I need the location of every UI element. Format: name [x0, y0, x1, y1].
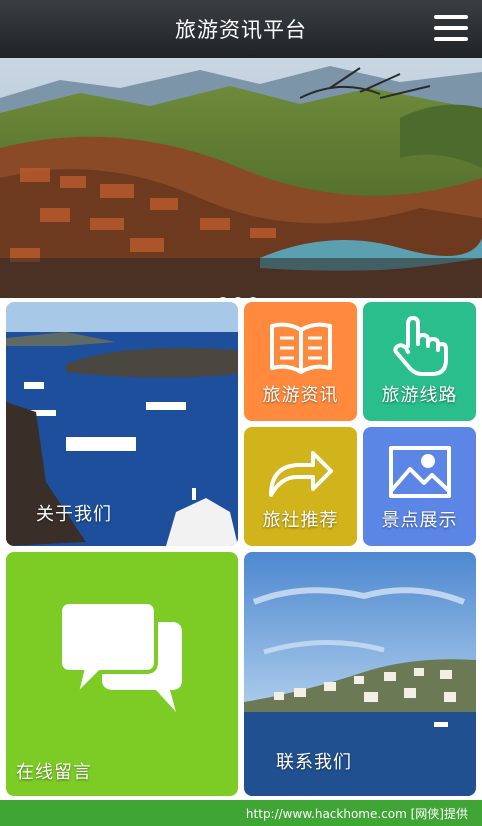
image-icon — [388, 446, 451, 498]
about-us-label: 关于我们 — [36, 504, 112, 525]
online-message-tile[interactable]: 在线留言 — [6, 552, 238, 796]
about-us-tile[interactable]: 关于我们 — [6, 302, 238, 546]
carousel-dot-3[interactable] — [248, 297, 258, 298]
hand-pointer-icon — [392, 316, 448, 376]
page-title: 旅游资讯平台 — [175, 18, 307, 42]
travel-routes-tile[interactable]: 旅游线路 — [363, 302, 476, 421]
agency-recommend-tile[interactable]: 旅社推荐 — [244, 427, 357, 546]
scenic-spots-label: 景点展示 — [381, 510, 458, 531]
travel-news-tile[interactable]: 旅游资讯 — [244, 302, 357, 421]
chat-bubbles-icon — [60, 600, 182, 712]
banner-image — [0, 58, 482, 298]
menu-icon[interactable] — [434, 15, 468, 41]
travel-routes-label: 旅游线路 — [381, 385, 458, 406]
contact-us-label: 联系我们 — [276, 752, 352, 773]
carousel-dot-1[interactable] — [218, 297, 228, 298]
app-header: 旅游资讯平台 — [0, 0, 482, 58]
share-arrow-icon — [268, 451, 333, 497]
travel-news-label: 旅游资讯 — [262, 385, 339, 406]
app-frame: 旅游资讯平台 关于我们 旅游资讯 旅游线路 旅社推荐 景点展示 在线留言 联系我… — [0, 0, 482, 800]
book-icon — [269, 322, 332, 374]
scenic-spots-tile[interactable]: 景点展示 — [363, 427, 476, 546]
contact-us-tile[interactable]: 联系我们 — [244, 552, 476, 796]
carousel-dots — [218, 297, 258, 298]
carousel-dot-2[interactable] — [233, 297, 243, 298]
watermark-text: http://www.hackhome.com [网侠]提供 — [0, 800, 482, 826]
online-message-label: 在线留言 — [16, 762, 92, 783]
agency-recommend-label: 旅社推荐 — [262, 510, 339, 531]
banner-carousel[interactable] — [0, 58, 482, 298]
